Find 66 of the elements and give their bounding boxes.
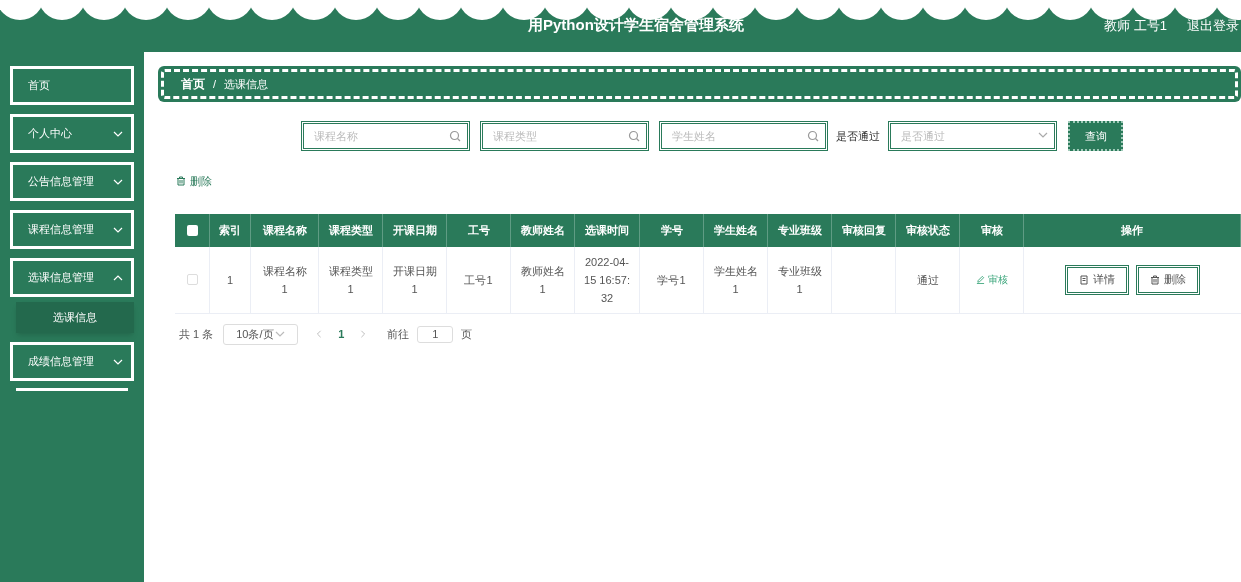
table-cell-text: 2022-04-15 16:57:32 — [584, 254, 630, 306]
search-icon — [628, 130, 640, 142]
sidebar-menu-item[interactable]: 选课信息管理 — [10, 258, 134, 297]
goto-label: 前往 — [387, 326, 410, 342]
sidebar-menu-item[interactable]: 公告信息管理 — [10, 162, 134, 201]
column-header: 教师姓名 — [511, 213, 575, 247]
delete-button[interactable]: 删除 — [176, 173, 212, 190]
trash-icon — [1150, 274, 1160, 285]
sidebar-menu-item[interactable]: 首页 — [10, 66, 134, 105]
table-cell-text: 课程名称1 — [261, 263, 308, 297]
previous-page-icon[interactable] — [315, 330, 324, 338]
trash-icon — [176, 176, 186, 187]
logout-link[interactable]: 退出登录 — [1187, 16, 1239, 36]
table-cell-text: 学生姓名1 — [713, 263, 758, 297]
breadcrumb-separator: / — [213, 76, 217, 92]
document-icon — [1079, 274, 1089, 285]
goto-page-field[interactable]: 1 — [417, 325, 454, 343]
table-cell-text: 工号1 — [464, 272, 493, 288]
sidebar-submenu-item[interactable]: 选课信息 — [16, 302, 134, 333]
column-header: 课程名称 — [251, 213, 319, 247]
row-delete-button[interactable]: 删除 — [1136, 264, 1200, 295]
column-header: 开课日期 — [383, 213, 447, 247]
table-cell-text: 专业班级1 — [777, 263, 822, 297]
column-header: 工号 — [447, 213, 511, 247]
breadcrumb-link[interactable]: 首页 — [181, 75, 205, 93]
passed-select[interactable]: 是否通过 — [888, 121, 1057, 151]
page-size-select[interactable]: 10条/页 — [223, 323, 299, 345]
user-label: 教师 工号1 — [1104, 17, 1167, 35]
table-cell-text: 课程类型1 — [328, 263, 373, 297]
next-page-icon[interactable] — [359, 330, 368, 338]
sidebar-menu-item[interactable]: 成绩信息管理 — [10, 342, 134, 381]
column-header: 审核回复 — [832, 213, 896, 247]
column-header: 审核 — [960, 213, 1024, 247]
page-unit-label: 页 — [461, 326, 473, 342]
student-name-field[interactable]: 学生姓名 — [659, 121, 828, 151]
chevron-icon — [275, 329, 286, 339]
select-all-checkbox[interactable] — [186, 224, 198, 236]
review-link[interactable]: 审核 — [975, 272, 1008, 287]
course-type-field[interactable]: 课程类型 — [480, 121, 649, 151]
column-header: 选课时间 — [575, 213, 640, 247]
course-name-field[interactable]: 课程名称 — [301, 121, 470, 151]
column-header: 学号 — [640, 213, 704, 247]
table-cell-text: 开课日期1 — [392, 263, 437, 297]
total-count: 共 1 条 — [179, 326, 214, 342]
filter-label: 是否通过 — [836, 128, 880, 144]
search-icon — [449, 130, 461, 142]
column-header: 索引 — [210, 213, 251, 247]
column-header: 审核状态 — [896, 213, 960, 247]
pencil-icon — [975, 275, 985, 284]
page-number[interactable]: 1 — [338, 325, 345, 343]
column-header: 专业班级 — [768, 213, 832, 247]
table-cell-text: 教师姓名1 — [520, 263, 565, 297]
detail-button[interactable]: 详情 — [1065, 264, 1129, 295]
column-header: 课程类型 — [319, 213, 383, 247]
column-header: 学生姓名 — [704, 213, 768, 247]
breadcrumb-link[interactable]: 选课信息 — [224, 75, 269, 93]
row-checkbox[interactable] — [186, 274, 198, 285]
search-button[interactable]: 查询 — [1068, 121, 1123, 151]
column-header: 操作 — [1024, 213, 1241, 247]
search-icon — [807, 130, 819, 142]
table-cell-text: 1 — [226, 272, 234, 288]
table-cell-text: 通过 — [916, 272, 939, 288]
table-cell-text: 学号1 — [657, 272, 686, 288]
chevron-icon — [1038, 130, 1048, 140]
sidebar-menu-item[interactable]: 课程信息管理 — [10, 210, 134, 249]
sidebar-menu-item[interactable]: 个人中心 — [10, 114, 134, 153]
